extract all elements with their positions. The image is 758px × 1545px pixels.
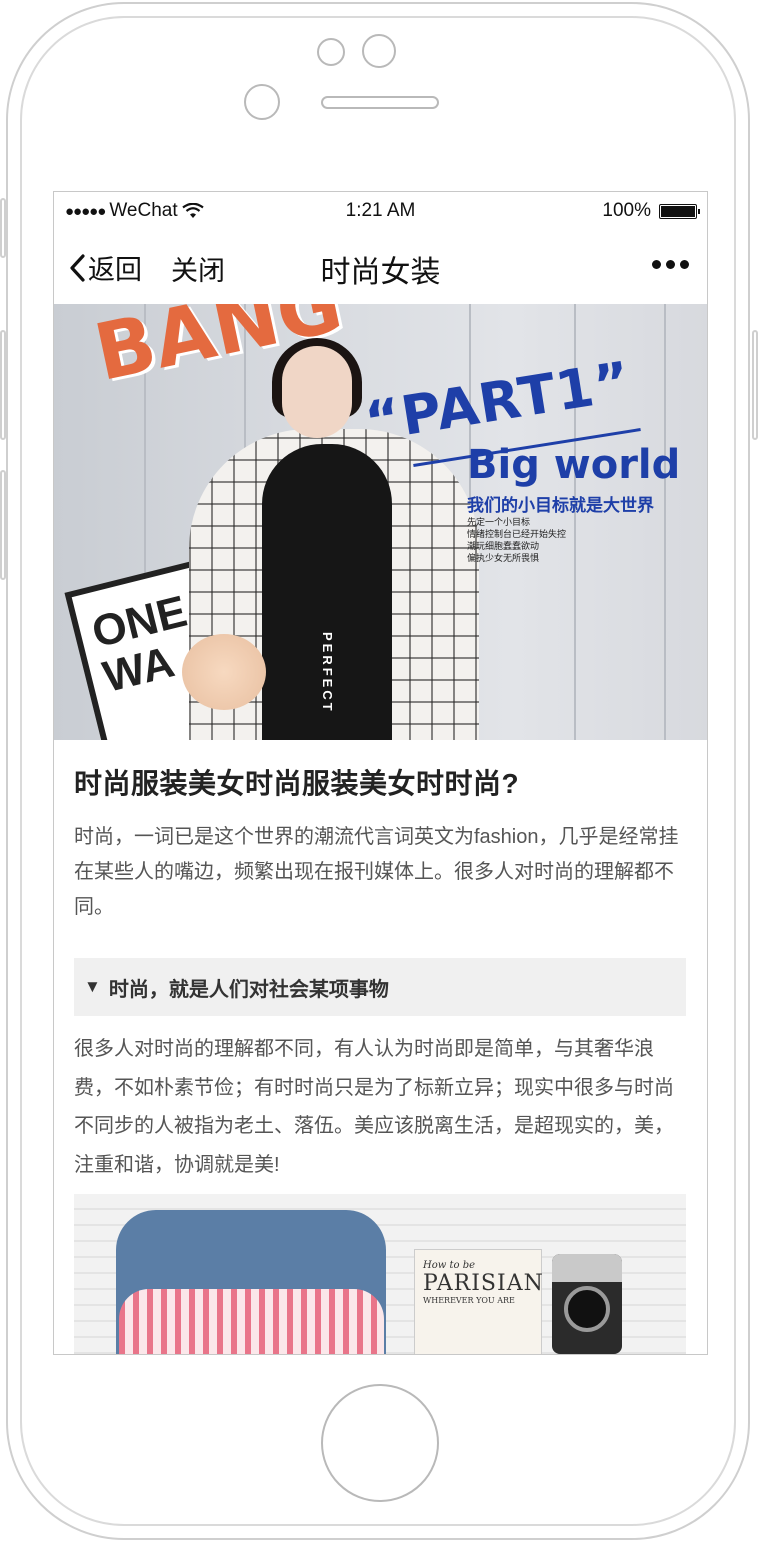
fur-bag [182,634,266,710]
speaker-grille [321,96,439,109]
striped-shirt [119,1289,384,1354]
article-body: 很多人对时尚的理解都不同，有人认为时尚即是简单，与其奢华浪费，不如朴素节俭；有时… [74,1038,674,1176]
hero-tagline-list: 先定一个小目标 情绪控制台已经开始失控 潮玩细胞蠢蠢欲动 偏执少女无所畏惧 [467,517,567,563]
battery-percent: 100% [602,200,651,221]
volume-up-button [0,330,6,440]
article-title: 时尚服装美女时尚服装美女时时尚? [74,768,520,799]
front-camera-icon [317,38,345,66]
battery-icon [659,203,700,219]
phone-screen: ●●●●● WeChat 1:21 AM 100% 返回 关闭 时尚女装 BAN… [53,191,708,1355]
navigation-bar: 返回 关闭 时尚女装 [54,230,707,304]
mute-switch [0,198,6,258]
book-cover: How to be PARISIAN WHEREVER YOU ARE [414,1249,543,1354]
article-photo: How to be PARISIAN WHEREVER YOU ARE [74,1194,686,1354]
page-title: 时尚女装 [320,256,441,289]
triangle-down-icon: ▼ [84,977,101,996]
status-bar: ●●●●● WeChat 1:21 AM 100% [54,192,707,230]
article-content: 时尚服装美女时尚服装美女时时尚? 时尚，一词已是这个世界的潮流代言词英文为fas… [74,740,686,1184]
volume-down-button [0,470,6,580]
more-options-icon[interactable] [652,260,689,269]
power-button [752,330,758,440]
battery-status: 100% [602,200,700,222]
home-button[interactable] [321,1384,439,1502]
section-heading-text: 时尚，就是人们对社会某项事物 [108,978,389,1001]
earpiece-camera-icon [244,84,280,120]
hero-image: BANG ONE WA PERFECT “PART1” Big world 我们… [54,304,707,740]
camera-icon [552,1254,622,1354]
big-world-heading: Big world [467,442,681,488]
pants-print: PERFECT [320,632,335,714]
model-face [282,346,352,438]
article-intro: 时尚，一词已是这个世界的潮流代言词英文为fashion，几乎是经常挂在某些人的嘴… [74,826,679,918]
proximity-sensor-icon [362,34,396,68]
hero-subheading: 我们的小目标就是大世界 [467,496,654,515]
section-heading[interactable]: ▼ 时尚，就是人们对社会某项事物 [74,958,686,1016]
